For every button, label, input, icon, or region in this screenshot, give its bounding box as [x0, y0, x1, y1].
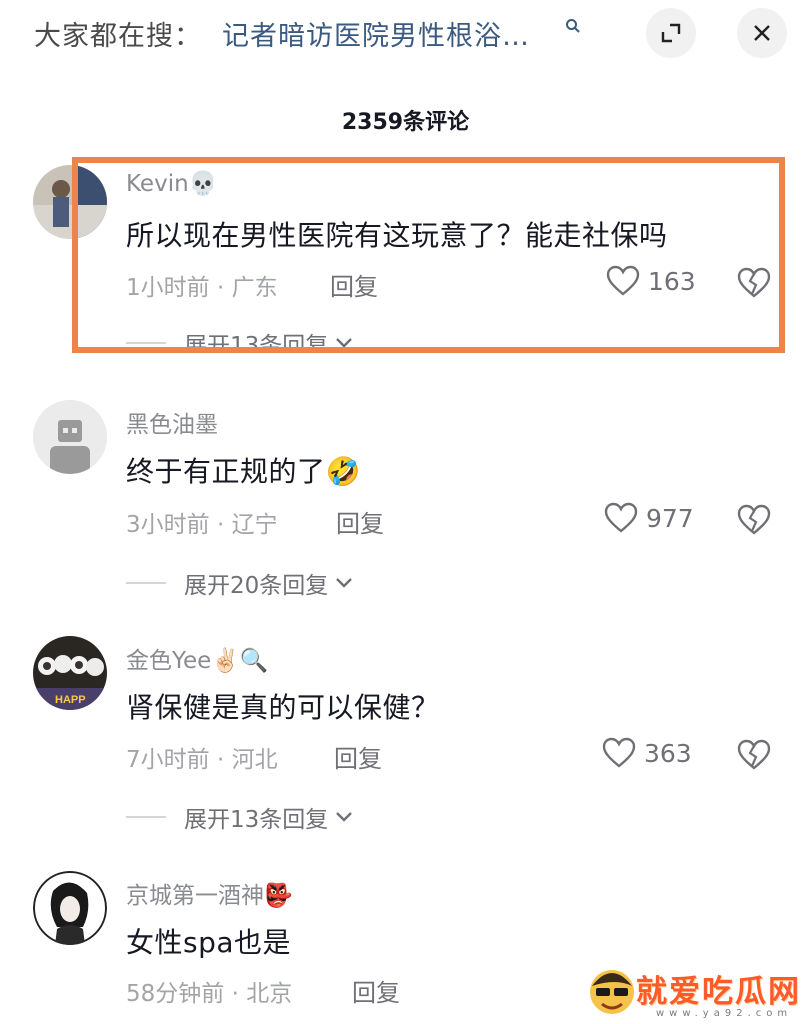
username[interactable]: 京城第一酒神👺 — [126, 876, 293, 910]
watermark-text: 就爱吃瓜网 — [636, 974, 801, 1010]
watermark: 就爱吃瓜网 www.ya92.com — [586, 962, 811, 1024]
search-icon[interactable] — [565, 18, 581, 34]
expand-replies-label: 展开13条回复 — [184, 807, 329, 833]
avatar[interactable]: HAPP — [33, 636, 107, 710]
expand-icon — [661, 23, 681, 43]
avatar[interactable] — [33, 871, 107, 945]
like-count: 363 — [644, 738, 692, 768]
username[interactable]: 金色Yee✌🏻🔍 — [126, 641, 269, 675]
trending-search-link[interactable]: 记者暗访医院男性根浴… — [222, 14, 530, 53]
comment-time-location: 58分钟前 · 北京 — [126, 981, 293, 1007]
expand-replies[interactable]: 展开13条回复 — [126, 800, 354, 834]
search-prefix: 大家都在搜： — [34, 21, 202, 52]
comment-text: 女性spa也是 — [126, 926, 292, 959]
comment-time-location: 7小时前 · 河北 — [126, 747, 278, 773]
dislike-icon[interactable] — [737, 504, 771, 536]
username[interactable]: 黑色油墨 — [126, 405, 218, 439]
watermark-url: www.ya92.com — [656, 1008, 793, 1019]
top-bar: 大家都在搜： 记者暗访医院男性根浴… — [0, 0, 811, 70]
heart-icon — [602, 737, 636, 768]
comment-text: 肾保健是真的可以保健？ — [126, 691, 440, 724]
like-button[interactable]: 363 — [602, 737, 692, 769]
mascot-logo — [590, 970, 634, 1014]
expand-replies-label: 展开20条回复 — [184, 573, 329, 599]
like-count: 977 — [646, 503, 694, 533]
heart-icon — [604, 502, 638, 533]
reply-button[interactable]: 回复 — [334, 739, 382, 774]
expand-replies[interactable]: 展开20条回复 — [126, 566, 354, 600]
reply-button[interactable]: 回复 — [352, 973, 400, 1008]
avatar-text: HAPP — [55, 694, 86, 706]
comment-text: 终于有正规的了🤣 — [126, 455, 361, 488]
reply-button[interactable]: 回复 — [336, 504, 384, 539]
comment-time-location: 3小时前 · 辽宁 — [126, 512, 278, 538]
chevron-down-icon — [336, 578, 353, 588]
highlight-box — [72, 157, 785, 353]
avatar[interactable] — [33, 400, 107, 474]
like-button[interactable]: 977 — [604, 502, 694, 534]
comment-count: 2359条评论 — [341, 110, 470, 135]
close-button[interactable] — [737, 8, 787, 58]
chevron-down-icon — [336, 812, 353, 822]
close-icon — [754, 25, 770, 41]
dislike-icon[interactable] — [737, 739, 771, 771]
expand-button[interactable] — [646, 8, 696, 58]
